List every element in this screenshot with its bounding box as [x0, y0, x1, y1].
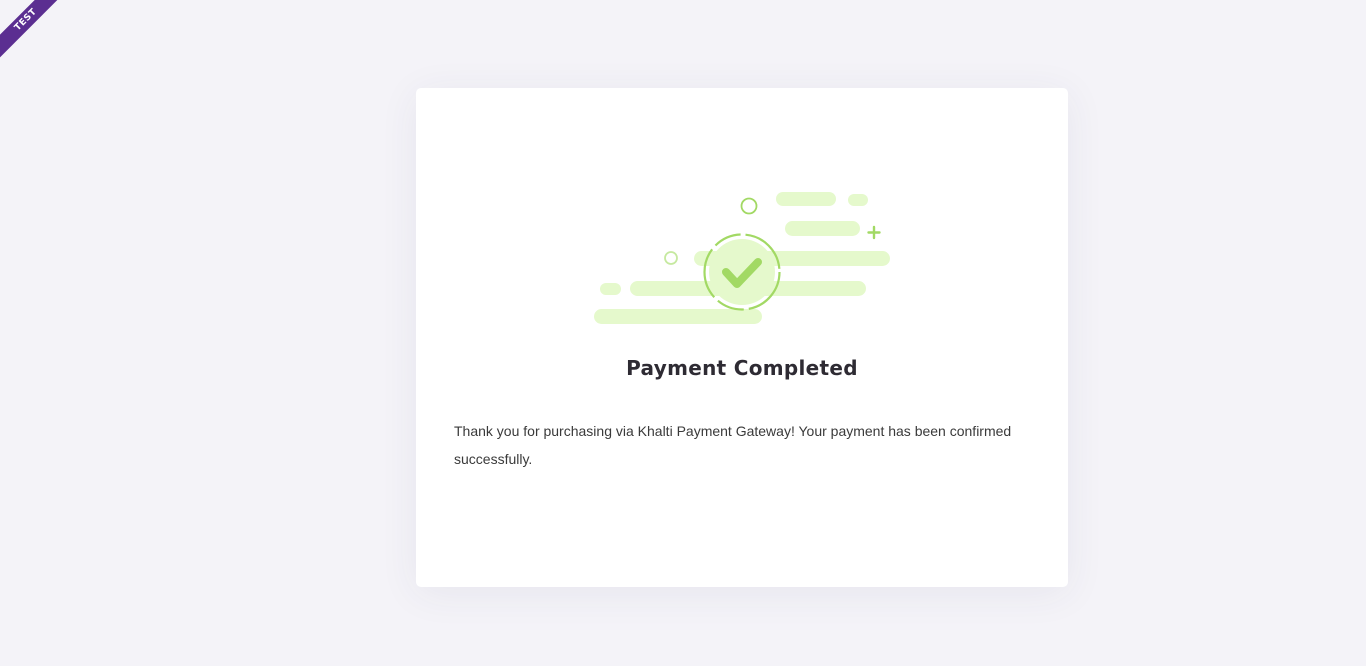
payment-status-title: Payment Completed	[626, 356, 858, 380]
test-ribbon: TEST	[0, 0, 75, 69]
bubble-icon	[664, 251, 678, 265]
payment-success-illustration	[594, 192, 890, 324]
test-ribbon-container: TEST	[0, 0, 80, 80]
payment-result-card: Payment Completed Thank you for purchasi…	[416, 88, 1068, 587]
payment-status-message: Thank you for purchasing via Khalti Paym…	[454, 423, 1012, 467]
plus-icon	[867, 225, 881, 240]
check-circle-icon	[703, 233, 781, 311]
bubble-icon	[740, 197, 758, 215]
